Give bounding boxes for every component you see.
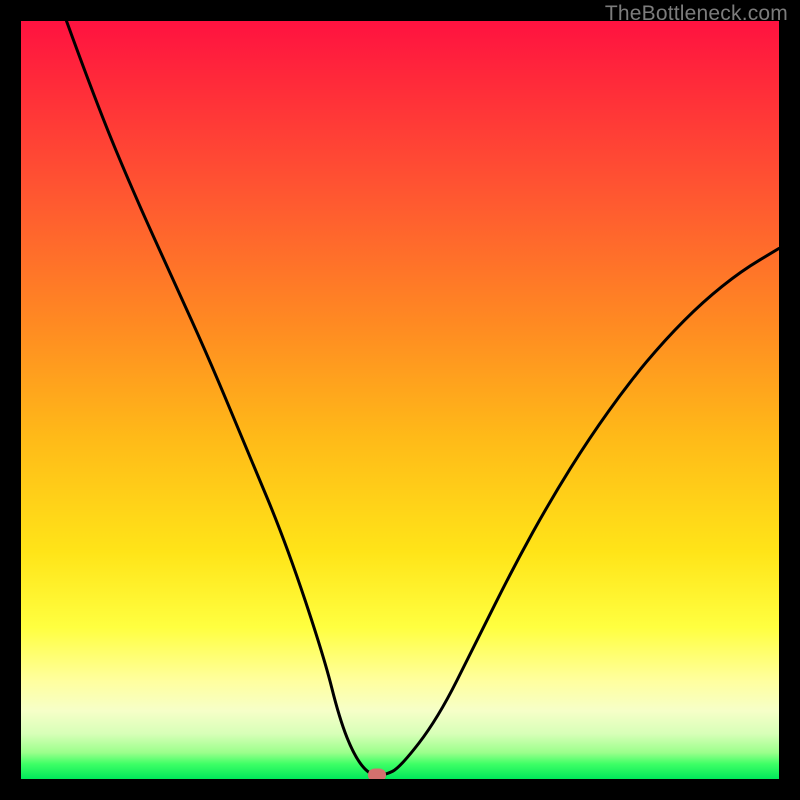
optimum-marker	[368, 769, 386, 779]
bottleneck-curve-path	[67, 21, 780, 775]
curve-svg	[21, 21, 779, 779]
watermark-text: TheBottleneck.com	[605, 2, 788, 26]
chart-frame: TheBottleneck.com	[0, 0, 800, 800]
plot-area	[21, 21, 779, 779]
